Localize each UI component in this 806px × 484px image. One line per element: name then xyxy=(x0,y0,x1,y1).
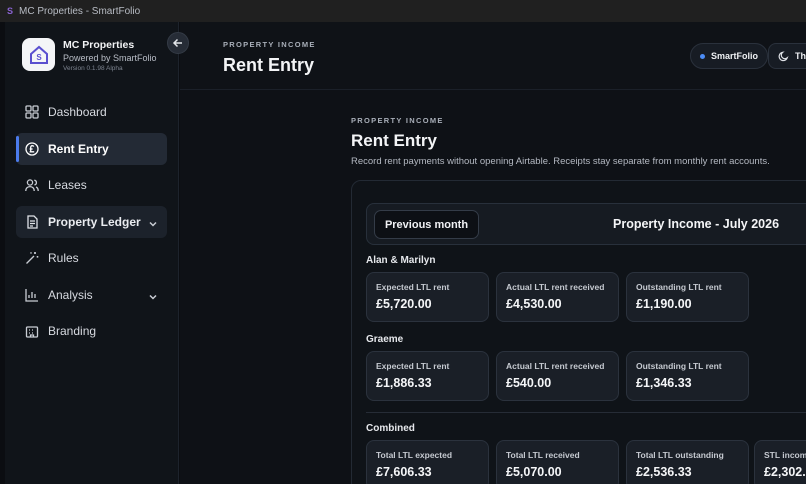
stat-card: Expected LTL rent £5,720.00 xyxy=(366,272,489,322)
sidebar-item-label: Property Ledger xyxy=(48,214,141,229)
section-divider xyxy=(366,412,806,413)
app-icon: S xyxy=(7,6,14,16)
page-title: Rent Entry xyxy=(223,55,315,75)
theme-toggle-button[interactable]: The xyxy=(768,43,806,69)
content-eyebrow: PROPERTY INCOME xyxy=(351,116,444,125)
sidebar-nav: Dashboard Rent Entry Leases Property Led… xyxy=(16,96,167,352)
stat-card-value: £540.00 xyxy=(506,376,552,390)
stat-card-label: STL income xyxy=(764,450,806,460)
magic-wand-icon xyxy=(25,251,39,265)
group-label-graeme: Graeme xyxy=(366,334,404,345)
stat-card: Outstanding LTL rent £1,346.33 xyxy=(626,351,749,401)
sidebar-item-label: Rent Entry xyxy=(48,141,109,156)
sidebar-item-label: Branding xyxy=(48,324,97,338)
stat-card-value: £4,530.00 xyxy=(506,297,562,311)
stat-card: Total LTL expected £7,606.33 xyxy=(366,440,489,484)
main-area: PROPERTY INCOME Rent Entry SmartFolio Th… xyxy=(180,22,806,484)
stat-card-value: £5,720.00 xyxy=(376,297,432,311)
stat-card-label: Expected LTL rent xyxy=(376,361,450,371)
stat-card: Outstanding LTL rent £1,190.00 xyxy=(626,272,749,322)
sidebar-item-branding[interactable]: Branding xyxy=(16,315,167,347)
sidebar-item-analysis[interactable]: Analysis xyxy=(16,279,167,311)
stat-card-value: £7,606.33 xyxy=(376,465,432,479)
stat-card: Expected LTL rent £1,886.33 xyxy=(366,351,489,401)
sidebar-item-label: Analysis xyxy=(48,287,93,302)
stat-card-value: £1,346.33 xyxy=(636,376,692,390)
sidebar-item-label: Rules xyxy=(48,251,79,265)
stat-card: Actual LTL rent received £540.00 xyxy=(496,351,619,401)
stat-card-label: Actual LTL rent received xyxy=(506,282,605,292)
collapse-sidebar-button[interactable] xyxy=(167,32,189,54)
brand-logo-icon: S xyxy=(22,38,55,71)
smartfolio-pill[interactable]: SmartFolio xyxy=(690,43,769,69)
content-header: PROPERTY INCOME Rent Entry Record rent p… xyxy=(351,116,806,167)
previous-month-button[interactable]: Previous month xyxy=(374,210,479,239)
content-description: Record rent payments without opening Air… xyxy=(351,156,770,167)
group-label-alan-marilyn: Alan & Marilyn xyxy=(366,255,436,266)
pound-icon xyxy=(25,141,39,156)
theme-toggle-label: The xyxy=(795,51,806,61)
sidebar-item-dashboard[interactable]: Dashboard xyxy=(16,96,167,128)
stat-card-label: Outstanding LTL rent xyxy=(636,282,722,292)
smartfolio-pill-label: SmartFolio xyxy=(711,51,759,61)
brand-block: S MC Properties Powered by SmartFolio Ve… xyxy=(22,38,157,74)
group-label-combined: Combined xyxy=(366,423,415,434)
header-eyebrow: PROPERTY INCOME xyxy=(223,40,316,49)
stat-card-label: Total LTL expected xyxy=(376,450,453,460)
status-dot-icon xyxy=(700,53,705,59)
svg-text:S: S xyxy=(36,53,42,62)
bar-chart-icon xyxy=(25,288,39,302)
stat-card-value: £5,070.00 xyxy=(506,465,562,479)
month-selector-bar: Previous month Property Income - July 20… xyxy=(366,203,806,245)
sidebar: S MC Properties Powered by SmartFolio Ve… xyxy=(5,22,179,484)
rent-summary-panel: Previous month Property Income - July 20… xyxy=(351,180,806,484)
stat-card-label: Outstanding LTL rent xyxy=(636,361,722,371)
stat-card-value: £1,886.33 xyxy=(376,376,432,390)
stat-card-label: Total LTL received xyxy=(506,450,580,460)
document-icon xyxy=(25,214,39,229)
sidebar-item-rules[interactable]: Rules xyxy=(16,242,167,274)
stat-card-value: £2,536.33 xyxy=(636,465,692,479)
window-titlebar: S MC Properties - SmartFolio xyxy=(0,0,806,22)
sidebar-item-leases[interactable]: Leases xyxy=(16,169,167,201)
stat-card: Actual LTL rent received £4,530.00 xyxy=(496,272,619,322)
chevron-down-icon[interactable] xyxy=(148,289,158,307)
sidebar-item-property-ledger[interactable]: Property Ledger xyxy=(16,205,167,238)
dashboard-icon xyxy=(25,105,39,119)
stat-card-label: Total LTL outstanding xyxy=(636,450,724,460)
brand-version: Version 0.1.98 Alpha xyxy=(63,65,123,72)
stat-card-value: £1,190.00 xyxy=(636,297,692,311)
month-title: Property Income - July 2026 xyxy=(613,217,780,231)
stat-card: STL income £2,302. xyxy=(754,440,806,484)
window-title: MC Properties - SmartFolio xyxy=(19,5,141,17)
stat-card: Total LTL received £5,070.00 xyxy=(496,440,619,484)
brand-name: MC Properties xyxy=(63,39,135,51)
sidebar-item-label: Leases xyxy=(48,178,87,192)
chevron-down-icon[interactable] xyxy=(148,216,158,234)
sidebar-item-rent-entry[interactable]: Rent Entry xyxy=(16,132,167,165)
brand-powered-by: Powered by SmartFolio xyxy=(63,53,157,63)
stat-card-label: Expected LTL rent xyxy=(376,282,450,292)
content-title: Rent Entry xyxy=(351,131,437,150)
sidebar-item-label: Dashboard xyxy=(48,105,107,119)
stat-card: Total LTL outstanding £2,536.33 xyxy=(626,440,749,484)
arrow-left-icon xyxy=(172,38,182,48)
stat-card-value: £2,302. xyxy=(764,465,806,479)
stat-card-label: Actual LTL rent received xyxy=(506,361,605,371)
users-icon xyxy=(25,178,39,192)
page-header: PROPERTY INCOME Rent Entry SmartFolio Th… xyxy=(180,22,806,90)
moon-icon xyxy=(778,50,789,61)
building-icon xyxy=(25,324,39,338)
